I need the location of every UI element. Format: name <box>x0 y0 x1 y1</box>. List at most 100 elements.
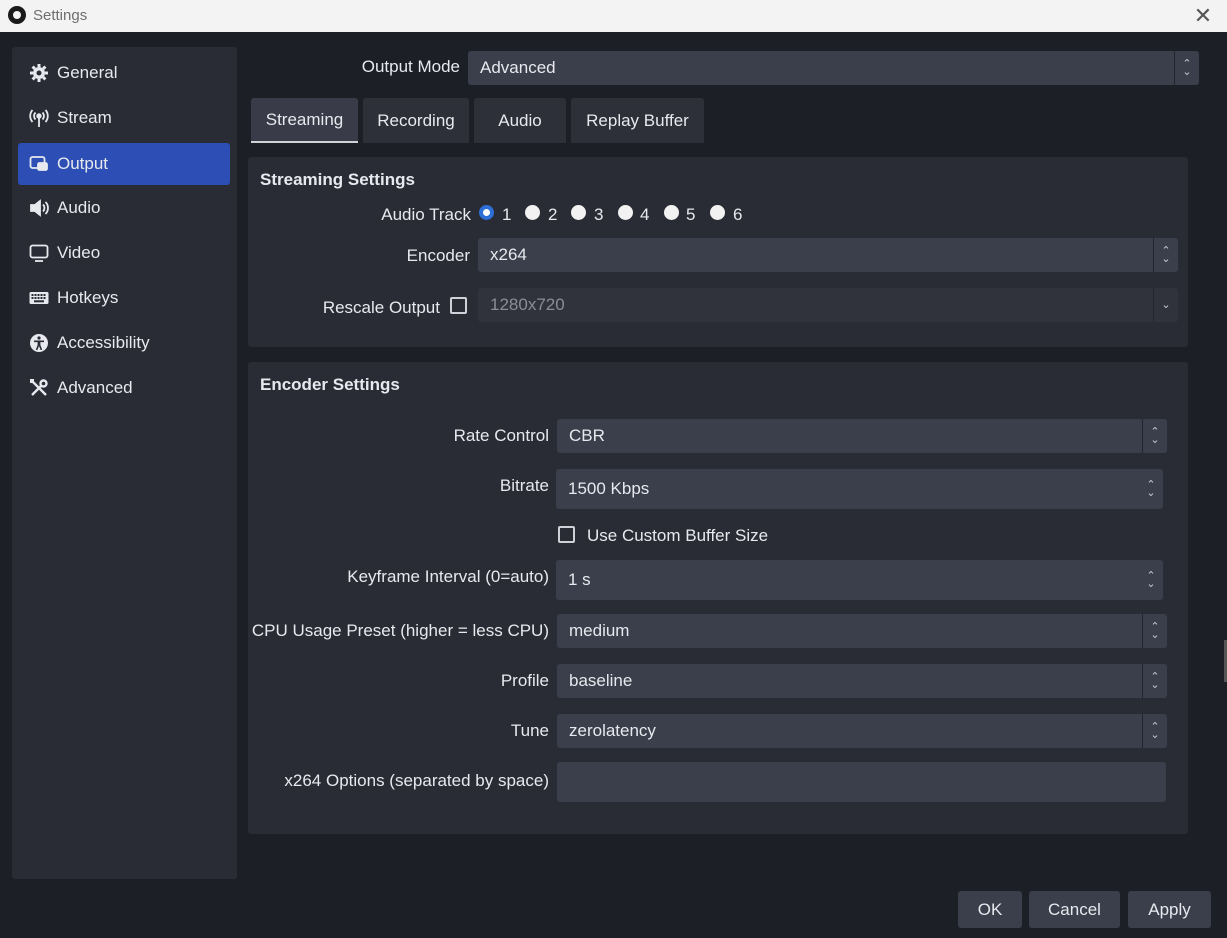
sidebar-item-hotkeys[interactable]: Hotkeys <box>18 277 230 319</box>
rescale-resolution-value: 1280x720 <box>490 295 565 314</box>
chevron-updown-icon: ⌃ ⌄ <box>1142 714 1167 748</box>
bitrate-label: Bitrate <box>499 476 549 495</box>
audio-track-radio-1[interactable] <box>479 205 494 220</box>
chevron-updown-icon: ⌃ ⌄ <box>1174 51 1199 85</box>
keyframe-interval-value: 1 s <box>568 570 591 589</box>
cpu-preset-value: medium <box>569 621 630 640</box>
profile-value: baseline <box>569 671 633 690</box>
custom-buffer-label: Use Custom Buffer Size <box>587 526 769 545</box>
window-title: Settings <box>33 7 88 24</box>
close-icon[interactable]: ✕ <box>1189 2 1217 30</box>
sidebar-item-label: Output <box>57 154 109 173</box>
tab-label: Recording <box>377 110 455 130</box>
audio-track-option: 6 <box>733 205 743 224</box>
tab-label: Streaming <box>265 109 344 129</box>
audio-track-radio-2[interactable] <box>525 205 540 220</box>
chevron-updown-icon: ⌃ ⌄ <box>1142 664 1167 698</box>
cpu-preset-label: CPU Usage Preset (higher = less CPU) <box>251 621 549 640</box>
sidebar-item-accessibility[interactable]: Accessibility <box>18 322 230 364</box>
tune-label: Tune <box>510 721 549 740</box>
output-mode-value: Advanced <box>480 58 556 77</box>
rescale-resolution-select: 1280x720 ⌄ <box>478 288 1178 322</box>
sidebar-item-label: Advanced <box>57 378 133 397</box>
output-icon <box>28 153 50 175</box>
audio-track-option: 1 <box>502 205 512 224</box>
keyframe-interval-label: Keyframe Interval (0=auto) <box>347 567 549 586</box>
keyframe-interval-spinbox[interactable]: 1 s ⌃ ⌄ <box>556 560 1163 600</box>
tab-streaming[interactable]: Streaming <box>251 98 358 143</box>
bitrate-spinbox[interactable]: 1500 Kbps ⌃ ⌄ <box>556 469 1163 509</box>
x264-options-label: x264 Options (separated by space) <box>284 771 549 790</box>
encoder-select[interactable]: x264 ⌃ ⌄ <box>478 238 1178 272</box>
apply-button-label: Apply <box>1148 899 1191 919</box>
sidebar-item-output[interactable]: Output <box>18 143 230 185</box>
rate-control-label: Rate Control <box>453 426 549 445</box>
output-mode-label: Output Mode <box>361 57 460 76</box>
encoder-value: x264 <box>490 245 527 264</box>
sidebar-item-label: Audio <box>57 198 101 217</box>
tune-select[interactable]: zerolatency ⌃ ⌄ <box>557 714 1167 748</box>
sidebar-item-video[interactable]: Video <box>18 232 230 274</box>
sidebar-item-audio[interactable]: Audio <box>18 187 230 229</box>
sidebar-item-label: General <box>57 63 118 82</box>
sidebar-item-label: Stream <box>57 108 112 127</box>
audio-track-label: Audio Track <box>381 205 471 224</box>
cancel-button-label: Cancel <box>1048 899 1101 919</box>
encoder-label: Encoder <box>406 246 470 265</box>
profile-label: Profile <box>500 671 549 690</box>
tools-icon <box>28 377 50 399</box>
output-mode-select[interactable]: Advanced ⌃ ⌄ <box>468 51 1199 85</box>
rate-control-select[interactable]: CBR ⌃ ⌄ <box>557 419 1167 453</box>
cpu-preset-select[interactable]: medium ⌃ ⌄ <box>557 614 1167 648</box>
tune-value: zerolatency <box>569 721 656 740</box>
rescale-output-checkbox[interactable] <box>450 297 467 314</box>
bitrate-value: 1500 Kbps <box>568 479 650 498</box>
tab-label: Replay Buffer <box>586 110 689 130</box>
output-settings-panel: Output Mode Advanced ⌃ ⌄ Streaming Record… <box>248 33 1208 893</box>
audio-track-radio-6[interactable] <box>710 205 725 220</box>
gear-icon <box>28 62 50 84</box>
audio-track-radio-5[interactable] <box>664 205 679 220</box>
tab-audio[interactable]: Audio <box>474 98 566 143</box>
keyboard-icon <box>28 287 50 309</box>
apply-button[interactable]: Apply <box>1128 891 1211 928</box>
audio-track-option: 4 <box>640 205 650 224</box>
chevron-updown-icon: ⌃ ⌄ <box>1142 419 1167 453</box>
accessibility-icon <box>28 332 50 354</box>
tab-replay-buffer[interactable]: Replay Buffer <box>571 98 704 143</box>
cancel-button[interactable]: Cancel <box>1029 891 1120 928</box>
chevron-updown-icon: ⌃ ⌄ <box>1142 614 1167 648</box>
audio-track-option: 2 <box>548 205 558 224</box>
audio-track-option: 3 <box>594 205 604 224</box>
audio-track-option: 5 <box>686 205 696 224</box>
obs-logo-icon <box>8 6 26 24</box>
title-bar: Settings ✕ <box>0 0 1227 32</box>
sidebar-item-advanced[interactable]: Advanced <box>18 367 230 409</box>
settings-sidebar: General Stream Output Audio Video Hotkey… <box>12 47 237 879</box>
ok-button-label: OK <box>977 899 1003 919</box>
monitor-icon <box>28 242 50 264</box>
encoder-settings-title: Encoder Settings <box>260 375 400 394</box>
audio-track-radio-3[interactable] <box>571 205 586 220</box>
encoder-settings-group: Encoder Settings Rate Control CBR ⌃ ⌄ Bit… <box>248 362 1188 834</box>
chevron-down-icon: ⌄ <box>1153 288 1178 322</box>
tab-recording[interactable]: Recording <box>363 98 469 143</box>
ok-button[interactable]: OK <box>958 891 1022 928</box>
profile-select[interactable]: baseline ⌃ ⌄ <box>557 664 1167 698</box>
streaming-settings-title: Streaming Settings <box>260 170 415 189</box>
x264-options-input[interactable] <box>557 762 1166 802</box>
rate-control-value: CBR <box>569 426 605 445</box>
sidebar-item-general[interactable]: General <box>18 52 230 94</box>
chevron-updown-icon: ⌃ ⌄ <box>1153 238 1178 272</box>
rescale-output-label: Rescale Output <box>322 298 440 317</box>
sidebar-item-label: Hotkeys <box>57 288 119 307</box>
audio-track-radio-4[interactable] <box>618 205 633 220</box>
speaker-icon <box>28 197 50 219</box>
spin-arrows-icon[interactable]: ⌃ ⌄ <box>1139 560 1163 600</box>
sidebar-item-label: Accessibility <box>57 333 150 352</box>
sidebar-item-stream[interactable]: Stream <box>18 97 230 139</box>
streaming-settings-group: Streaming Settings Audio Track 1 2 3 4 5… <box>248 157 1188 347</box>
custom-buffer-checkbox[interactable] <box>558 526 575 543</box>
spin-arrows-icon[interactable]: ⌃ ⌄ <box>1139 469 1163 509</box>
tab-label: Audio <box>498 110 542 130</box>
